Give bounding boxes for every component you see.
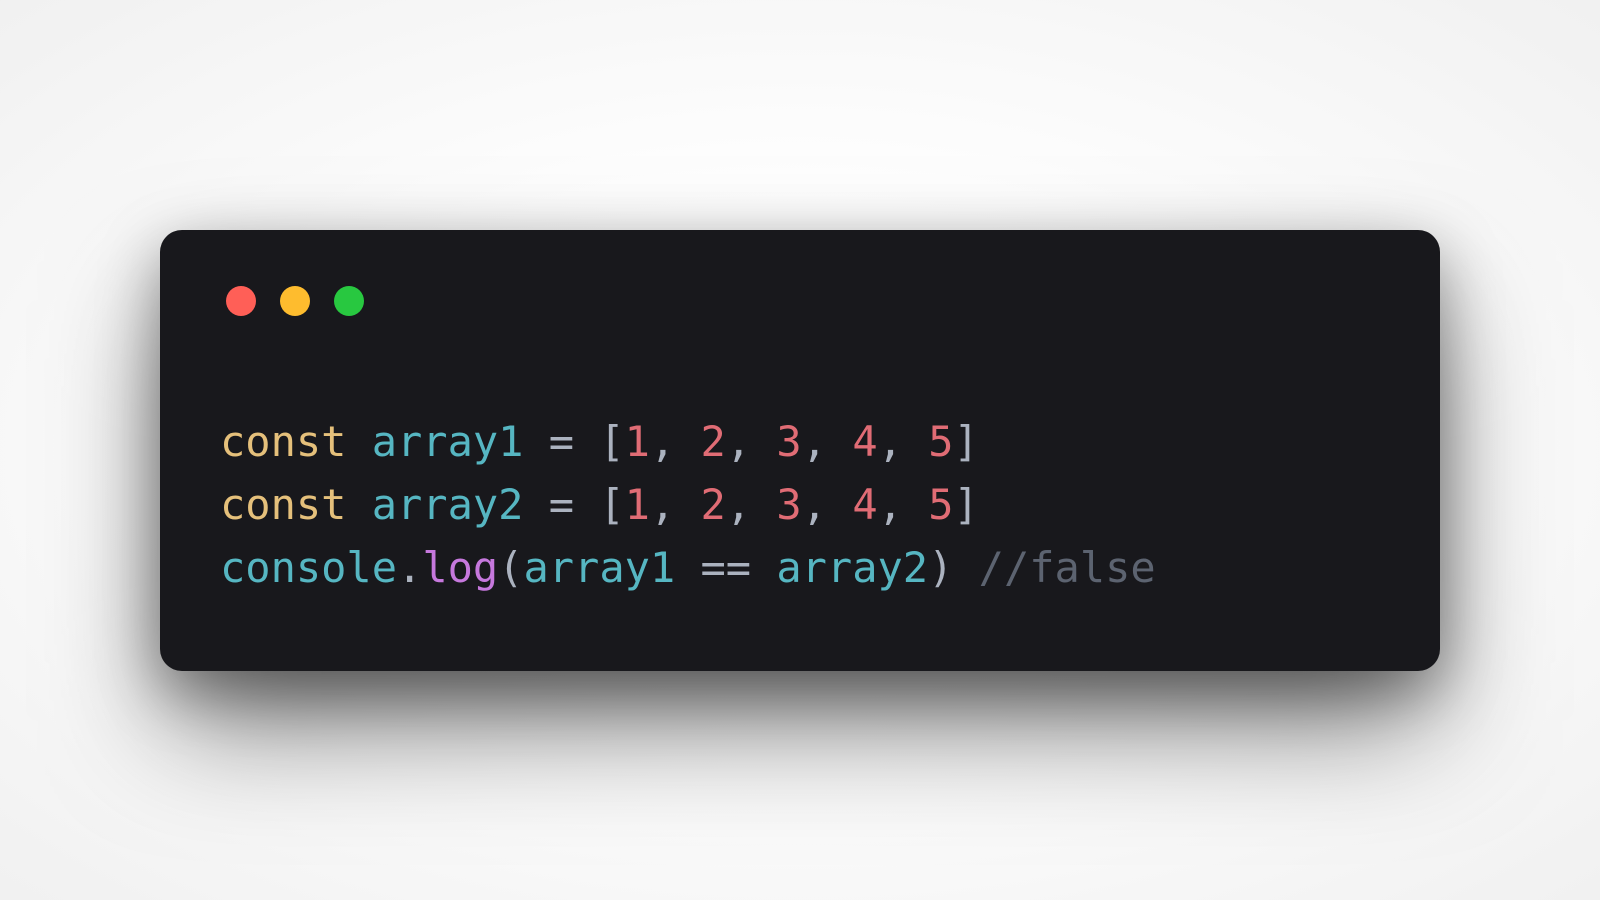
- code-token: ,: [650, 480, 675, 529]
- code-token: 2: [701, 480, 726, 529]
- code-token: ==: [700, 543, 751, 592]
- code-token: [574, 480, 599, 529]
- code-token: [675, 543, 700, 592]
- window-minimize-icon[interactable]: [280, 286, 310, 316]
- code-token: 5: [928, 480, 953, 529]
- code-token: [: [599, 480, 624, 529]
- code-token: 3: [776, 417, 801, 466]
- window-close-icon[interactable]: [226, 286, 256, 316]
- code-token: =: [549, 480, 574, 529]
- code-token: ,: [878, 417, 903, 466]
- code-token: [523, 480, 548, 529]
- code-token: 4: [852, 480, 877, 529]
- code-token: ): [928, 543, 953, 592]
- code-token: [346, 417, 371, 466]
- code-token: [903, 480, 928, 529]
- code-token: const: [220, 480, 346, 529]
- code-token: //false: [979, 543, 1156, 592]
- code-token: ,: [726, 417, 751, 466]
- code-token: 2: [701, 417, 726, 466]
- code-token: 3: [776, 480, 801, 529]
- code-token: ,: [802, 417, 827, 466]
- window-zoom-icon[interactable]: [334, 286, 364, 316]
- code-token: [574, 417, 599, 466]
- code-token: .: [397, 543, 422, 592]
- code-token: array1: [372, 417, 524, 466]
- code-token: array1: [523, 543, 675, 592]
- code-token: console: [220, 543, 397, 592]
- code-token: ]: [954, 417, 979, 466]
- code-token: 1: [625, 417, 650, 466]
- code-token: 4: [852, 417, 877, 466]
- code-token: [751, 417, 776, 466]
- code-token: [346, 480, 371, 529]
- code-token: ,: [650, 417, 675, 466]
- code-token: (: [498, 543, 523, 592]
- code-window: const array1 = [1, 2, 3, 4, 5] const arr…: [160, 230, 1440, 671]
- code-token: ,: [726, 480, 751, 529]
- code-token: [675, 417, 700, 466]
- code-token: [953, 543, 978, 592]
- code-token: [675, 480, 700, 529]
- code-token: [751, 480, 776, 529]
- code-token: [827, 417, 852, 466]
- code-token: const: [220, 417, 346, 466]
- code-token: 1: [625, 480, 650, 529]
- code-token: 5: [928, 417, 953, 466]
- code-token: array2: [372, 480, 524, 529]
- code-token: array2: [776, 543, 928, 592]
- code-token: ]: [954, 480, 979, 529]
- code-token: ,: [802, 480, 827, 529]
- code-token: [: [599, 417, 624, 466]
- code-token: [751, 543, 776, 592]
- code-token: log: [422, 543, 498, 592]
- code-token: [903, 417, 928, 466]
- code-token: [523, 417, 548, 466]
- code-block: const array1 = [1, 2, 3, 4, 5] const arr…: [220, 410, 1380, 599]
- code-token: [827, 480, 852, 529]
- traffic-lights: [220, 286, 1380, 316]
- code-token: =: [549, 417, 574, 466]
- code-token: ,: [878, 480, 903, 529]
